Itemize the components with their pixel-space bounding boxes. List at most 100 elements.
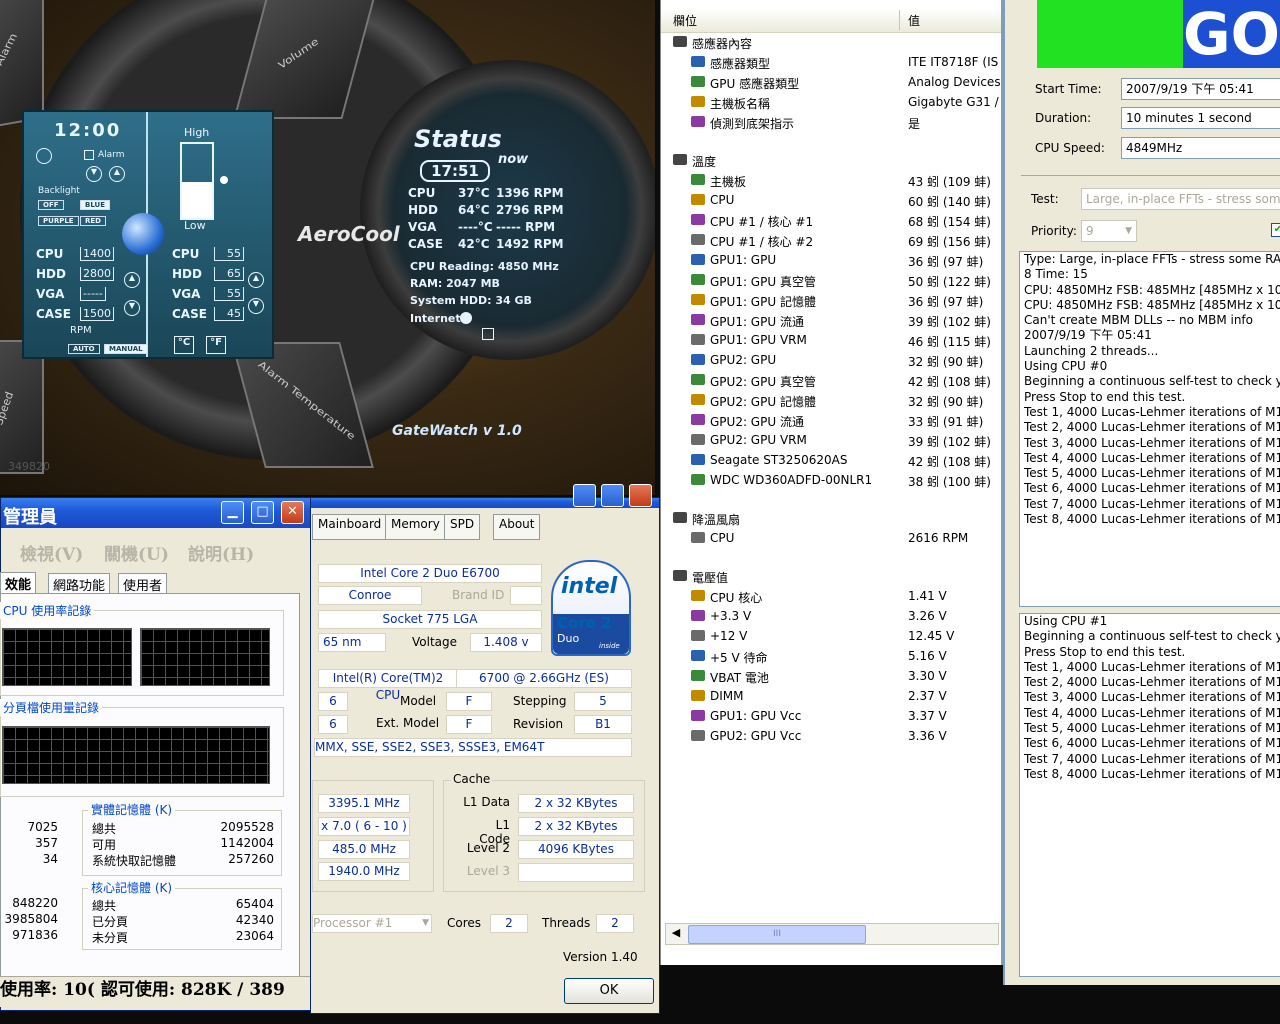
cpuz-maximize-button[interactable]: [601, 484, 624, 507]
sensor-row[interactable]: +3.3 V 3.26 V: [661, 606, 1001, 626]
sensor-category[interactable]: 降溫風扇: [661, 508, 1001, 528]
alarm-down-icon[interactable]: ▼: [86, 166, 102, 182]
close-button[interactable]: ✕: [281, 501, 304, 524]
tab-mainboard[interactable]: Mainboard: [312, 514, 388, 540]
alarm-checkbox[interactable]: [84, 150, 94, 160]
sensor-row[interactable]: +12 V 12.45 V: [661, 626, 1001, 646]
sensor-row[interactable]: GPU2: GPU VRM 39 蚓 (102 蚌): [661, 430, 1001, 450]
backlight-purple-button[interactable]: PURPLE: [38, 216, 79, 226]
sensor-category[interactable]: 溫度: [661, 150, 1001, 170]
sensor-icon: [691, 294, 705, 305]
log-line: Test 3, 4000 Lucas-Lehmer iterations of …: [1024, 690, 1280, 705]
maximize-button[interactable]: □: [251, 501, 274, 524]
backlight-blue-button[interactable]: BLUE: [80, 200, 111, 210]
sensor-row[interactable]: GPU1: GPU 流通 39 蚓 (102 蚌): [661, 310, 1001, 330]
menu-view[interactable]: 檢視(V): [20, 540, 83, 565]
sensor-row[interactable]: +5 V 待命 5.16 V: [661, 646, 1001, 666]
sensor-row[interactable]: GPU2: GPU 流通 33 蚓 (91 蚌): [661, 410, 1001, 430]
sensor-row[interactable]: 感應器類型 ITE IT8718F (IS: [661, 52, 1001, 72]
sensor-row[interactable]: CPU 2616 RPM: [661, 528, 1001, 548]
sensor-row[interactable]: GPU 感應器類型 Analog Devices A: [661, 72, 1013, 92]
backlight-label: Backlight: [38, 186, 80, 196]
center-orb-icon[interactable]: [122, 213, 164, 255]
log-line: Press Stop to end this test.: [1024, 644, 1186, 659]
cpuz-close-button[interactable]: [629, 484, 652, 507]
backlight-red-button[interactable]: RED: [80, 216, 106, 226]
taskmgr-titlebar[interactable]: 管理員 ▁ □ ✕: [1, 498, 313, 528]
temp-row-value: 65: [214, 267, 244, 281]
menu-shutdown[interactable]: 關機(U): [104, 540, 169, 565]
sensor-category[interactable]: 感應器內容: [661, 32, 1001, 52]
sensor-row[interactable]: CPU 核心 1.41 V: [661, 586, 1001, 606]
duration-field[interactable]: 10 minutes 1 second: [1121, 107, 1280, 129]
sensor-row[interactable]: GPU2: GPU 32 蚓 (90 蚌): [661, 350, 1001, 370]
start-time-field[interactable]: 2007/9/19 下午 05:41: [1121, 78, 1280, 100]
scroll-thumb[interactable]: III: [688, 925, 866, 944]
sensor-row[interactable]: CPU 60 蚓 (140 蚌): [661, 190, 1001, 210]
tab-spd[interactable]: SPD: [444, 514, 481, 540]
sensor-row[interactable]: GPU2: GPU Vcc 3.36 V: [661, 726, 1001, 746]
option-checkbox[interactable]: ✔: [1271, 223, 1280, 237]
intel-logo-text: intel: [561, 574, 618, 599]
prime95-window: GO Start Time: 2007/9/19 下午 05:41 Durati…: [1003, 0, 1280, 985]
sensor-row[interactable]: GPU1: GPU 記憶體 36 蚓 (97 蚌): [661, 290, 1001, 310]
tab-about[interactable]: About: [493, 514, 541, 540]
priority-dropdown[interactable]: 9 ▼: [1081, 220, 1137, 242]
worker-log-cpu0[interactable]: Type: Large, in-place FFTs - stress some…: [1019, 251, 1280, 607]
tab-performance[interactable]: 效能: [0, 572, 37, 595]
sensor-icon: [691, 394, 705, 405]
stepping-field: 5: [574, 692, 632, 711]
pf-history-graph: [2, 726, 270, 784]
cpuz-minimize-button[interactable]: [573, 484, 596, 507]
category-icon: [673, 570, 687, 581]
sensor-row[interactable]: 偵測到底架指示 是: [661, 112, 1001, 132]
manual-button[interactable]: MANUAL: [104, 344, 148, 354]
tab-memory[interactable]: Memory: [385, 514, 446, 540]
rpm-up-icon[interactable]: ▲: [124, 272, 140, 288]
log-line: Beginning a continuous self-test to chec…: [1024, 629, 1280, 644]
sensor-row[interactable]: Seagate ST3250620AS 42 蚓 (108 蚌): [661, 450, 1001, 470]
sensor-label: GPU 感應器類型: [710, 77, 800, 91]
sensor-row[interactable]: GPU2: GPU 記憶體 32 蚓 (90 蚌): [661, 390, 1001, 410]
rpm-down-icon[interactable]: ▼: [124, 300, 140, 316]
temp-up-icon[interactable]: ▲: [248, 272, 264, 288]
speed-wedge[interactable]: Speed: [0, 340, 44, 474]
category-label: 降溫風扇: [692, 513, 741, 527]
sensor-row[interactable]: CPU #1 / 核心 #1 68 蚓 (154 蚌): [661, 210, 1001, 230]
backlight-off-button[interactable]: OFF: [38, 200, 64, 210]
sensor-row[interactable]: GPU1: GPU Vcc 3.37 V: [661, 706, 1001, 726]
sensor-row[interactable]: 主機板 43 蚓 (109 蚌): [661, 170, 1001, 190]
selection-dropdown[interactable]: Processor #1 ▼: [312, 914, 432, 933]
temp-row-label: VGA: [172, 287, 201, 301]
worker-log-cpu1[interactable]: Using CPU #1 Beginning a continuous self-…: [1019, 613, 1280, 977]
sensor-category[interactable]: 電壓值: [661, 566, 1001, 586]
scroll-left-icon[interactable]: ◀: [668, 926, 684, 942]
sensor-row[interactable]: VBAT 電池 3.30 V: [661, 666, 1001, 686]
column-field-header[interactable]: 欄位: [673, 12, 697, 29]
minimize-button[interactable]: ▁: [221, 501, 244, 524]
sensor-row[interactable]: GPU1: GPU 真空管 50 蚓 (122 蚌): [661, 270, 1001, 290]
test-dropdown[interactable]: Large, in-place FFTs - stress some: [1081, 188, 1280, 210]
fahrenheit-button[interactable]: °F: [206, 336, 226, 354]
ok-button[interactable]: OK: [564, 978, 654, 1004]
temp-row-value: 55: [214, 287, 244, 301]
sensor-row[interactable]: GPU2: GPU 真空管 42 蚓 (108 蚌): [661, 370, 1001, 390]
sensor-row[interactable]: DIMM 2.37 V: [661, 686, 1001, 706]
menu-help[interactable]: 說明(H): [188, 540, 254, 565]
auto-button[interactable]: AUTO: [68, 344, 100, 354]
code-name-field: Conroe: [318, 586, 422, 605]
sensor-row[interactable]: 主機板名稱 Gigabyte G31 / G: [661, 92, 1012, 112]
sensor-icon: [691, 314, 705, 325]
sensor-row[interactable]: GPU1: GPU VRM 46 蚓 (115 蚌): [661, 330, 1001, 350]
cpu-speed-field[interactable]: 4849MHz: [1121, 137, 1280, 159]
sensor-row[interactable]: GPU1: GPU 36 蚓 (97 蚌): [661, 250, 1001, 270]
level-handle[interactable]: [220, 176, 228, 184]
column-value-header[interactable]: 值: [908, 12, 920, 29]
sensor-row[interactable]: WDC WD360ADFD-00NLR1 38 蚓 (100 蚌): [661, 470, 1001, 490]
intel-core2-logo: intel Core 2 Duo inside: [551, 560, 631, 656]
temp-down-icon[interactable]: ▼: [248, 298, 264, 314]
celsius-button[interactable]: °C: [174, 336, 194, 354]
alarm-up-icon[interactable]: ▲: [109, 166, 125, 182]
sensor-row[interactable]: CPU #1 / 核心 #2 69 蚓 (156 蚌): [661, 230, 1001, 250]
horizontal-scrollbar[interactable]: ◀ III: [665, 923, 999, 945]
